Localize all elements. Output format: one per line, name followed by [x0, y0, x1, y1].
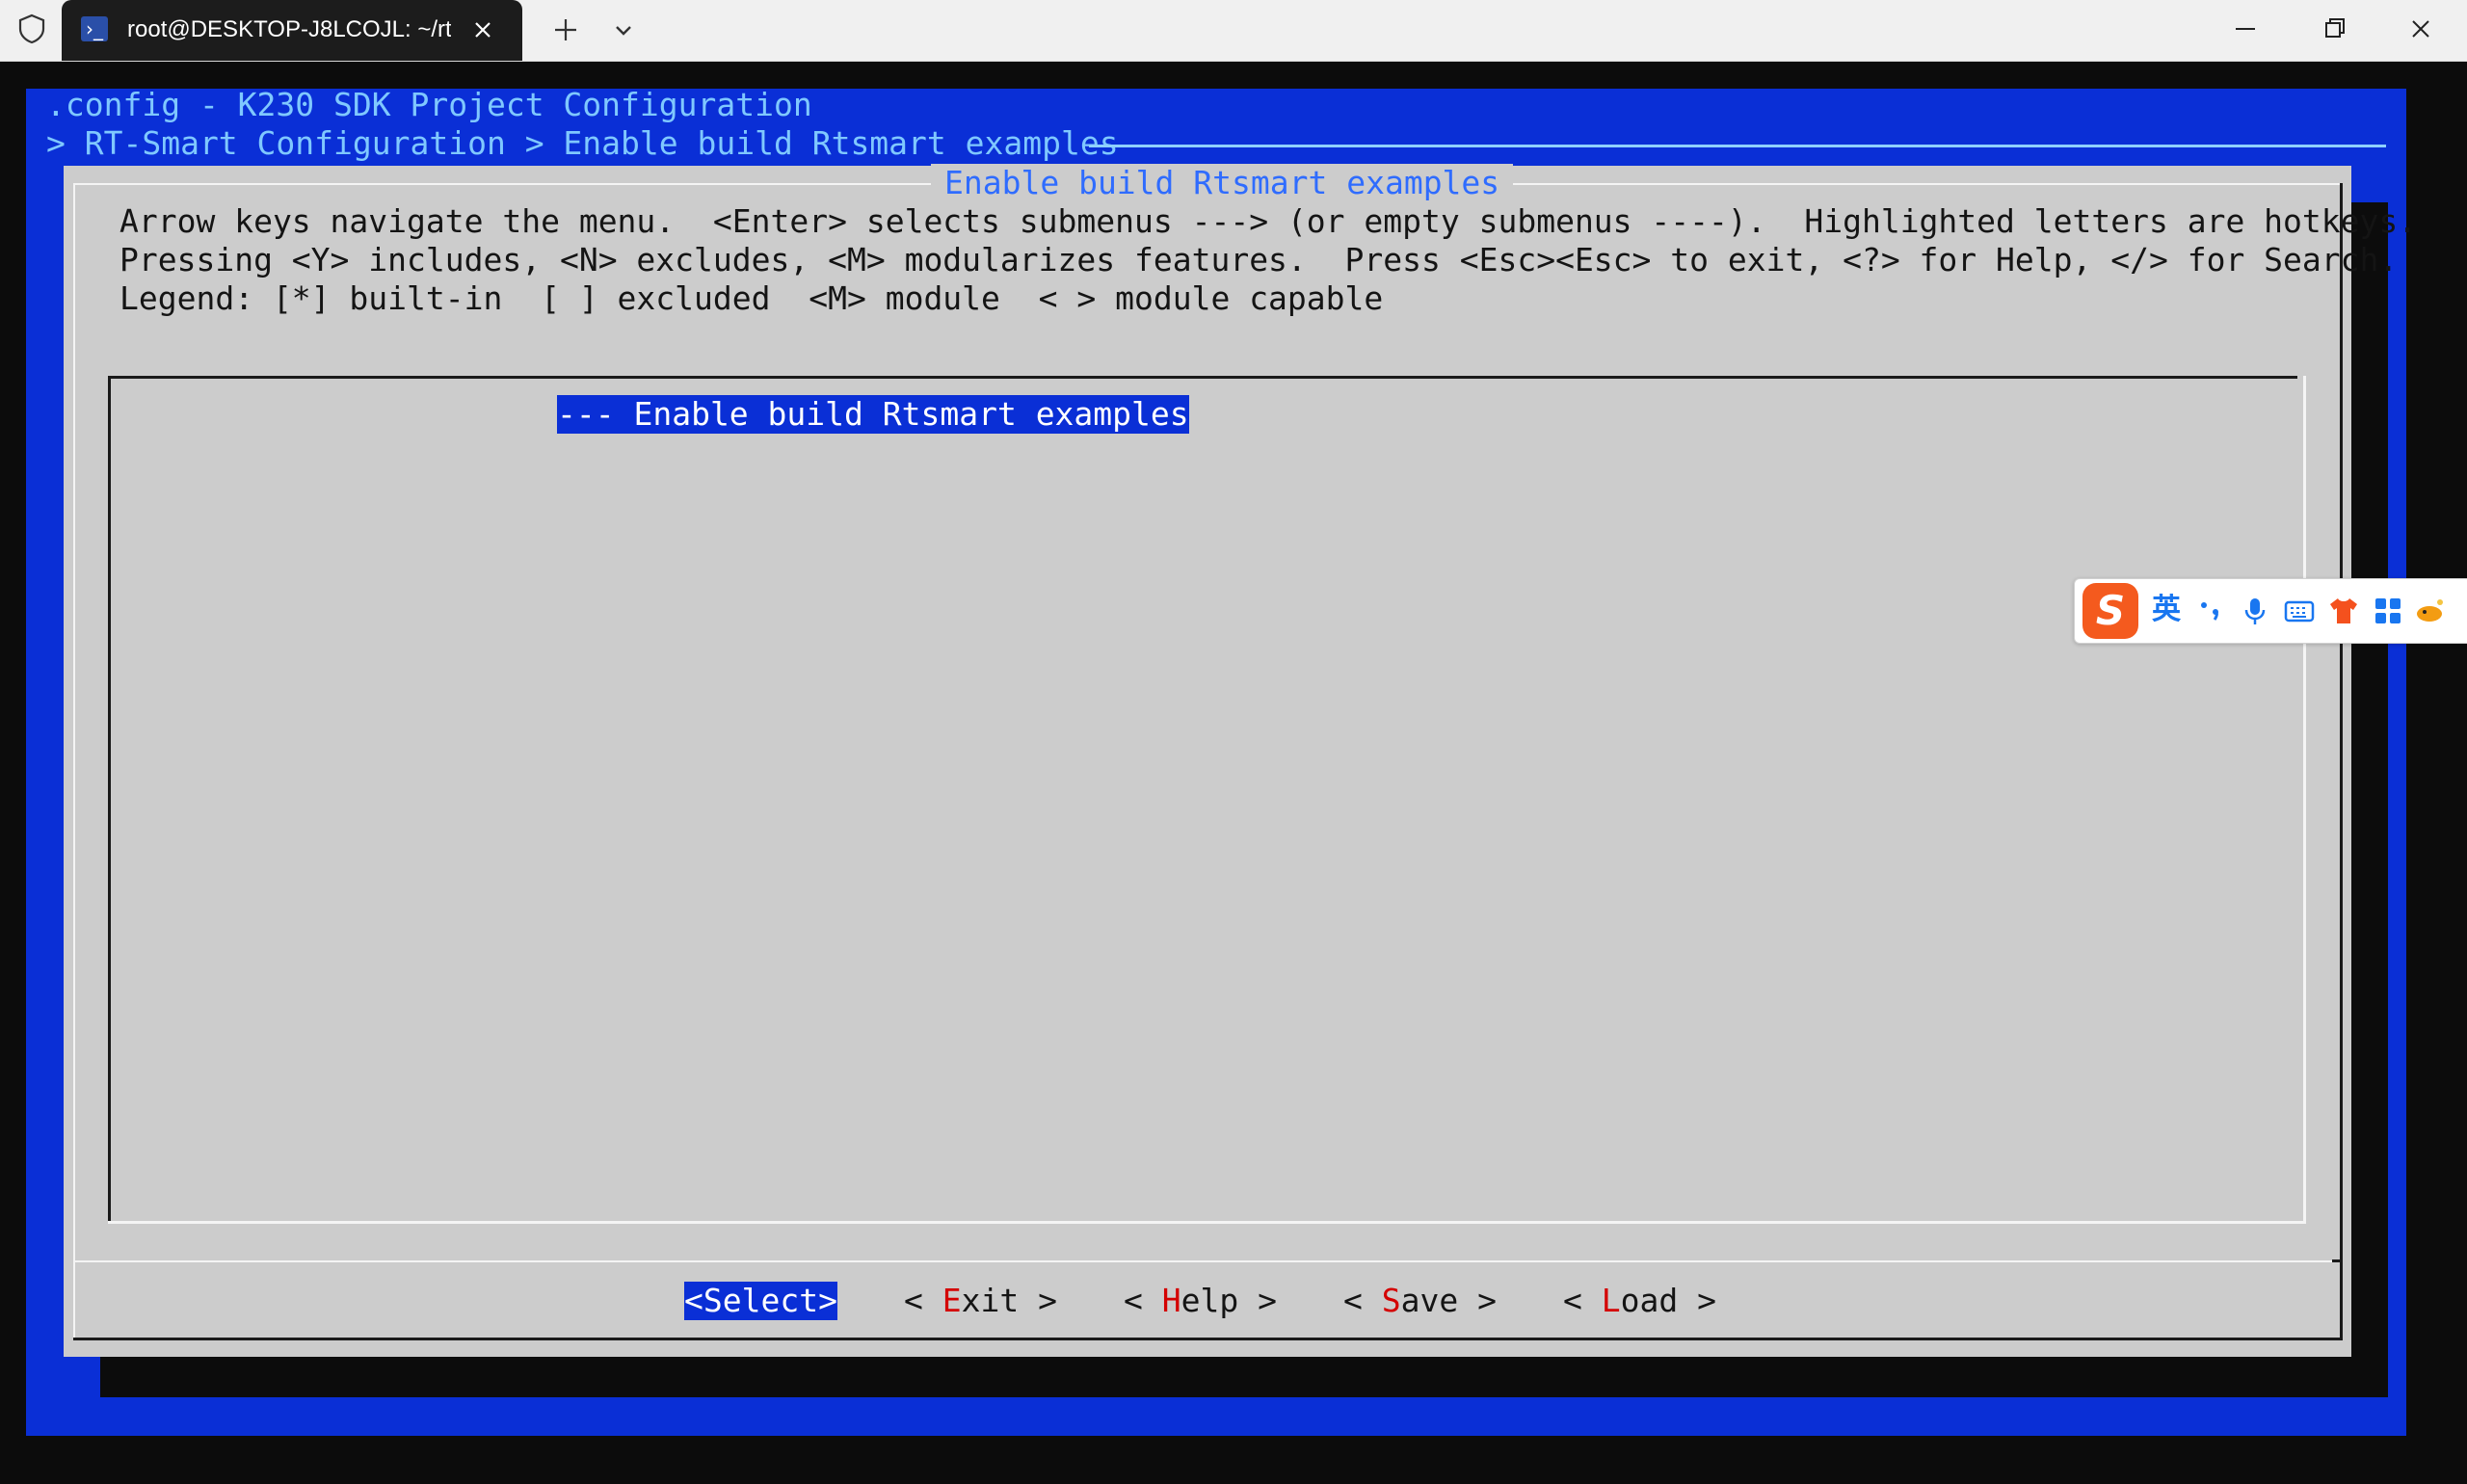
hotkey-letter: S — [1381, 1282, 1401, 1319]
button-bracket: > — [1678, 1282, 1716, 1319]
button-bracket: > — [818, 1282, 837, 1319]
exit-button[interactable]: < Exit > — [904, 1282, 1057, 1320]
mascot-icon[interactable] — [2414, 595, 2447, 627]
button-label: elp — [1180, 1282, 1239, 1319]
button-label: Select — [703, 1282, 819, 1319]
button-label: oad — [1620, 1282, 1679, 1319]
ime-language-toggle[interactable]: 英 — [2152, 593, 2181, 627]
new-tab-plus-icon[interactable] — [547, 13, 584, 46]
ime-toolbar[interactable]: S 英 — [2074, 578, 2467, 644]
dialog-frame-left — [73, 183, 75, 1339]
hotkey-letter: H — [1161, 1282, 1181, 1319]
button-bracket: > — [1019, 1282, 1057, 1319]
config-title: .config - K230 SDK Project Configuration — [46, 86, 812, 123]
sogou-logo-icon[interactable]: S — [2082, 583, 2138, 639]
button-separator — [75, 1260, 2340, 1262]
load-button[interactable]: < Load > — [1563, 1282, 1716, 1320]
keyboard-icon[interactable] — [2283, 595, 2316, 627]
button-bracket: > — [1458, 1282, 1497, 1319]
chevron-down-icon[interactable] — [609, 17, 638, 44]
button-bracket: < — [1563, 1282, 1602, 1319]
save-button[interactable]: < Save > — [1343, 1282, 1497, 1320]
button-label: xit — [961, 1282, 1020, 1319]
select-button[interactable]: <Select> — [684, 1282, 837, 1320]
button-bracket: > — [1238, 1282, 1277, 1319]
minimize-icon[interactable] — [2216, 10, 2274, 48]
title-bar: ›_ root@DESKTOP-J8LCOJL: ~/rt — [0, 0, 2467, 62]
help-text-line: Pressing <Y> includes, <N> excludes, <M>… — [119, 241, 2399, 278]
button-bracket: < — [1124, 1282, 1162, 1319]
close-tab-icon[interactable] — [466, 13, 499, 46]
shield-icon[interactable] — [15, 13, 48, 45]
help-text-line: Arrow keys navigate the menu. <Enter> se… — [119, 202, 2418, 240]
restore-icon[interactable] — [2305, 10, 2363, 48]
button-separator-shadow — [2332, 1259, 2342, 1262]
microphone-icon[interactable] — [2239, 595, 2271, 627]
breadcrumb: > RT-Smart Configuration > Enable build … — [46, 124, 1119, 162]
punctuation-icon[interactable] — [2194, 595, 2227, 627]
help-text-line: Legend: [*] built-in [ ] excluded <M> mo… — [119, 279, 1384, 317]
powershell-icon: ›_ — [81, 16, 108, 41]
dialog-title: Enable build Rtsmart examples — [931, 164, 1514, 202]
hotkey-letter: E — [942, 1282, 962, 1319]
skin-shirt-icon[interactable] — [2327, 595, 2360, 627]
help-button[interactable]: < Help > — [1124, 1282, 1277, 1320]
dialog-frame-right — [2340, 183, 2343, 1339]
menu-item-enable-build-rtsmart-examples[interactable]: --- Enable build Rtsmart examples — [557, 395, 1189, 434]
tab-title: root@DESKTOP-J8LCOJL: ~/rt — [127, 16, 451, 42]
button-bracket: < — [1343, 1282, 1382, 1319]
terminal-tab[interactable]: ›_ root@DESKTOP-J8LCOJL: ~/rt — [62, 0, 522, 61]
button-label: ave — [1400, 1282, 1459, 1319]
toolbox-grid-icon[interactable] — [2372, 595, 2404, 627]
close-window-icon[interactable] — [2392, 10, 2450, 48]
header-rule — [1089, 145, 2386, 147]
button-bracket: < — [904, 1282, 942, 1319]
menu-list-box — [108, 376, 2307, 1224]
button-bracket: < — [684, 1282, 703, 1319]
dialog-frame-bottom — [73, 1338, 2343, 1340]
hotkey-letter: L — [1601, 1282, 1621, 1319]
